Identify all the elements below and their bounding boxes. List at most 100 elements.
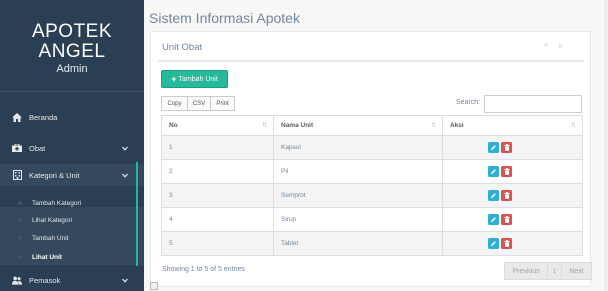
cell-nama-unit: Sirup: [273, 207, 443, 232]
bullet-icon: [18, 201, 22, 205]
next-button[interactable]: Next: [562, 262, 592, 280]
medkit-icon: [12, 143, 22, 153]
sidebar-subitem-label: Tambah Kategori: [32, 199, 82, 207]
delete-button[interactable]: [501, 214, 512, 225]
search-label: Search:: [456, 99, 481, 106]
cell-no: 5: [161, 231, 274, 256]
copy-button[interactable]: Copy: [161, 96, 188, 111]
broken-image-icon: [150, 282, 158, 290]
sidebar-subitem-lihat-unit[interactable]: Lihat Unit: [0, 250, 136, 264]
page-title: Sistem Informasi Apotek: [149, 10, 300, 26]
scroll-edge: [604, 0, 608, 291]
cell-nama-unit: Semprot: [273, 183, 443, 208]
home-icon: [12, 112, 22, 122]
pencil-icon: [491, 217, 496, 222]
cell-no: 1: [161, 135, 274, 160]
brand[interactable]: APOTEK ANGEL Admin: [0, 0, 144, 76]
building-icon: [12, 170, 22, 180]
bullet-icon: [18, 255, 22, 259]
sidebar-subitem-label: Lihat Unit: [32, 253, 62, 261]
export-buttons: Copy CSV Print: [161, 96, 235, 111]
chevron-down-icon: [122, 144, 128, 153]
cell-aksi: [442, 159, 583, 184]
sidebar-subitem-tambah-kategori[interactable]: Tambah Kategori: [0, 196, 136, 210]
table-row: 2 Pil: [161, 159, 583, 184]
sidebar-item-pemasok[interactable]: Pemasok: [0, 269, 144, 291]
cell-no: 3: [161, 183, 274, 208]
sidebar-item-label: Beranda: [29, 112, 58, 122]
pencil-icon: [491, 169, 496, 174]
pencil-icon: [491, 193, 496, 198]
cell-no: 4: [161, 207, 274, 232]
sort-icon: ⇅: [430, 123, 436, 129]
cell-aksi: [442, 231, 583, 256]
brand-title-line1: APOTEK: [31, 21, 113, 42]
edit-button[interactable]: [488, 166, 499, 177]
trash-icon: [503, 240, 510, 247]
delete-button[interactable]: [501, 142, 512, 153]
trash-icon: [503, 216, 510, 223]
sidebar-subitem-label: Tambah Unit: [32, 234, 69, 242]
cell-nama-unit: Tablet: [273, 231, 443, 256]
column-header-aksi[interactable]: Aksi ⇅: [442, 115, 583, 136]
bullet-icon: [18, 218, 22, 222]
edit-button[interactable]: [488, 238, 499, 249]
sidebar-item-kategori-unit[interactable]: Kategori & Unit: [0, 164, 144, 186]
sidebar-item-label: Pemasok: [29, 275, 61, 285]
delete-button[interactable]: [501, 238, 512, 249]
bullet-icon: [18, 236, 22, 240]
active-indicator: [136, 162, 138, 266]
edit-button[interactable]: [488, 214, 499, 225]
cell-aksi: [442, 183, 583, 208]
edit-button[interactable]: [488, 190, 499, 201]
unit-table: No ⇅ Nama Unit ⇅ Aksi ⇅ 1 Kapsul 2 Pil 3 Se…: [161, 115, 583, 256]
add-unit-button-label: Tambah Unit: [178, 75, 218, 83]
cell-aksi: [442, 207, 583, 232]
pencil-icon: [491, 145, 496, 150]
panel-divider: [158, 60, 584, 62]
cell-no: 2: [161, 159, 274, 184]
sidebar-subitem-lihat-kategori[interactable]: Lihat Kategori: [0, 213, 136, 227]
brand-title-line2: ANGEL: [38, 41, 106, 62]
add-unit-button[interactable]: + Tambah Unit: [161, 70, 228, 88]
table-row: 4 Sirup: [161, 207, 583, 232]
cell-nama-unit: Pil: [273, 159, 443, 184]
search-input[interactable]: [484, 95, 582, 113]
sidebar: APOTEK ANGEL Admin Beranda Obat Kategori…: [0, 0, 144, 291]
edit-button[interactable]: [488, 142, 499, 153]
pencil-icon: [491, 241, 496, 246]
cell-nama-unit: Kapsul: [273, 135, 443, 160]
sidebar-item-label: Kategori & Unit: [29, 170, 80, 180]
chevron-down-icon: [122, 276, 128, 285]
trash-icon: [503, 192, 510, 199]
page-1-button[interactable]: 1: [548, 262, 562, 280]
previous-button[interactable]: Previous: [504, 262, 548, 280]
column-header-no[interactable]: No ⇅: [161, 115, 274, 136]
table-info: Showing 1 to 5 of 5 entries: [162, 266, 245, 273]
cell-aksi: [442, 135, 583, 160]
users-icon: [12, 275, 22, 285]
sidebar-item-beranda[interactable]: Beranda: [0, 106, 144, 128]
delete-button[interactable]: [501, 190, 512, 201]
trash-icon: [503, 168, 510, 175]
pagination: Previous 1 Next: [504, 262, 592, 280]
table-row: 1 Kapsul: [161, 135, 583, 160]
csv-button[interactable]: CSV: [188, 96, 211, 111]
sidebar-item-label: Obat: [29, 143, 46, 153]
delete-button[interactable]: [501, 166, 512, 177]
sidebar-subitem-tambah-unit[interactable]: Tambah Unit: [0, 231, 136, 245]
panel-tools[interactable]: ^ ×: [544, 42, 567, 51]
table-row: 5 Tablet: [161, 231, 583, 256]
brand-subtitle: Admin: [56, 63, 88, 75]
trash-icon: [503, 144, 510, 151]
plus-icon: +: [171, 74, 177, 84]
divider: [0, 91, 144, 92]
sidebar-item-obat[interactable]: Obat: [0, 137, 144, 159]
panel-title: Unit Obat: [162, 42, 203, 53]
sort-icon: ⇅: [570, 123, 576, 129]
table-row: 3 Semprot: [161, 183, 583, 208]
print-button[interactable]: Print: [211, 96, 235, 111]
column-header-nama-unit[interactable]: Nama Unit ⇅: [273, 115, 443, 136]
sidebar-subitem-label: Lihat Kategori: [32, 216, 73, 224]
sort-icon: ⇅: [261, 123, 267, 129]
